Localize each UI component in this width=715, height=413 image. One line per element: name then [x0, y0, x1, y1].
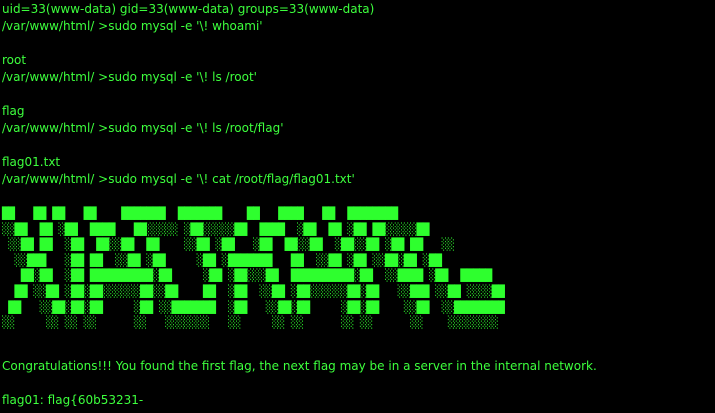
ascii-art-row: ░░██ ██ ░██ ██░░██ ██ ░░██ ░██ ░██ ██░░█…	[2, 237, 455, 252]
ascii-art-row: ░░███ ░██ ██ ░░██ ░██ ░██ ░███████ ██ ░░…	[2, 252, 442, 267]
flag-output: flag01: flag{60b53231-	[2, 393, 144, 407]
ascii-art-row: ██ ░░██ ░██░██░░░░░░██░░██ ██ ░██ ░░██ ░…	[2, 283, 505, 298]
command-ls-root-flag: /var/www/html/ >sudo mysql -e '\! ls /ro…	[2, 121, 284, 135]
ascii-art-row: ██░██ ░██ ██████████░██ ░██ ░██░░░██ ███…	[2, 268, 492, 283]
ascii-art-row: ░░ ░░ ░░ ░░ ░░ ░░░░░░░ ░░ ░░ ░░ ░░ ░░ ░░…	[2, 315, 499, 330]
output-flag01-file: flag01.txt	[2, 155, 61, 169]
terminal-window[interactable]: uid=33(www-data) gid=33(www-data) groups…	[0, 0, 715, 413]
output-flag: flag	[2, 104, 25, 118]
output-root: root	[2, 53, 27, 67]
output-id: uid=33(www-data) gid=33(www-data) groups…	[2, 2, 375, 16]
congratulations-message: Congratulations!!! You found the first f…	[2, 359, 597, 373]
ascii-art-banner: ██ ██ ██ ██ ███████ ███████ ██ ████ ██ █…	[2, 206, 505, 331]
ascii-art-row: ██ ░░██░██░██ ░██ ░░███████ ░██ ░░██░██ …	[2, 299, 505, 314]
ascii-art-row: ██ ██ ██ ██ ███████ ███████ ██ ████ ██ █…	[2, 206, 398, 220]
ascii-art-row: ░░██ ██ ░██ ████ ██░░░░░ ░██░░░░░██ ████…	[2, 221, 430, 236]
command-cat-flag01: /var/www/html/ >sudo mysql -e '\! cat /r…	[2, 172, 355, 186]
command-whoami: /var/www/html/ >sudo mysql -e '\! whoami…	[2, 19, 263, 33]
command-ls-root: /var/www/html/ >sudo mysql -e '\! ls /ro…	[2, 70, 257, 84]
